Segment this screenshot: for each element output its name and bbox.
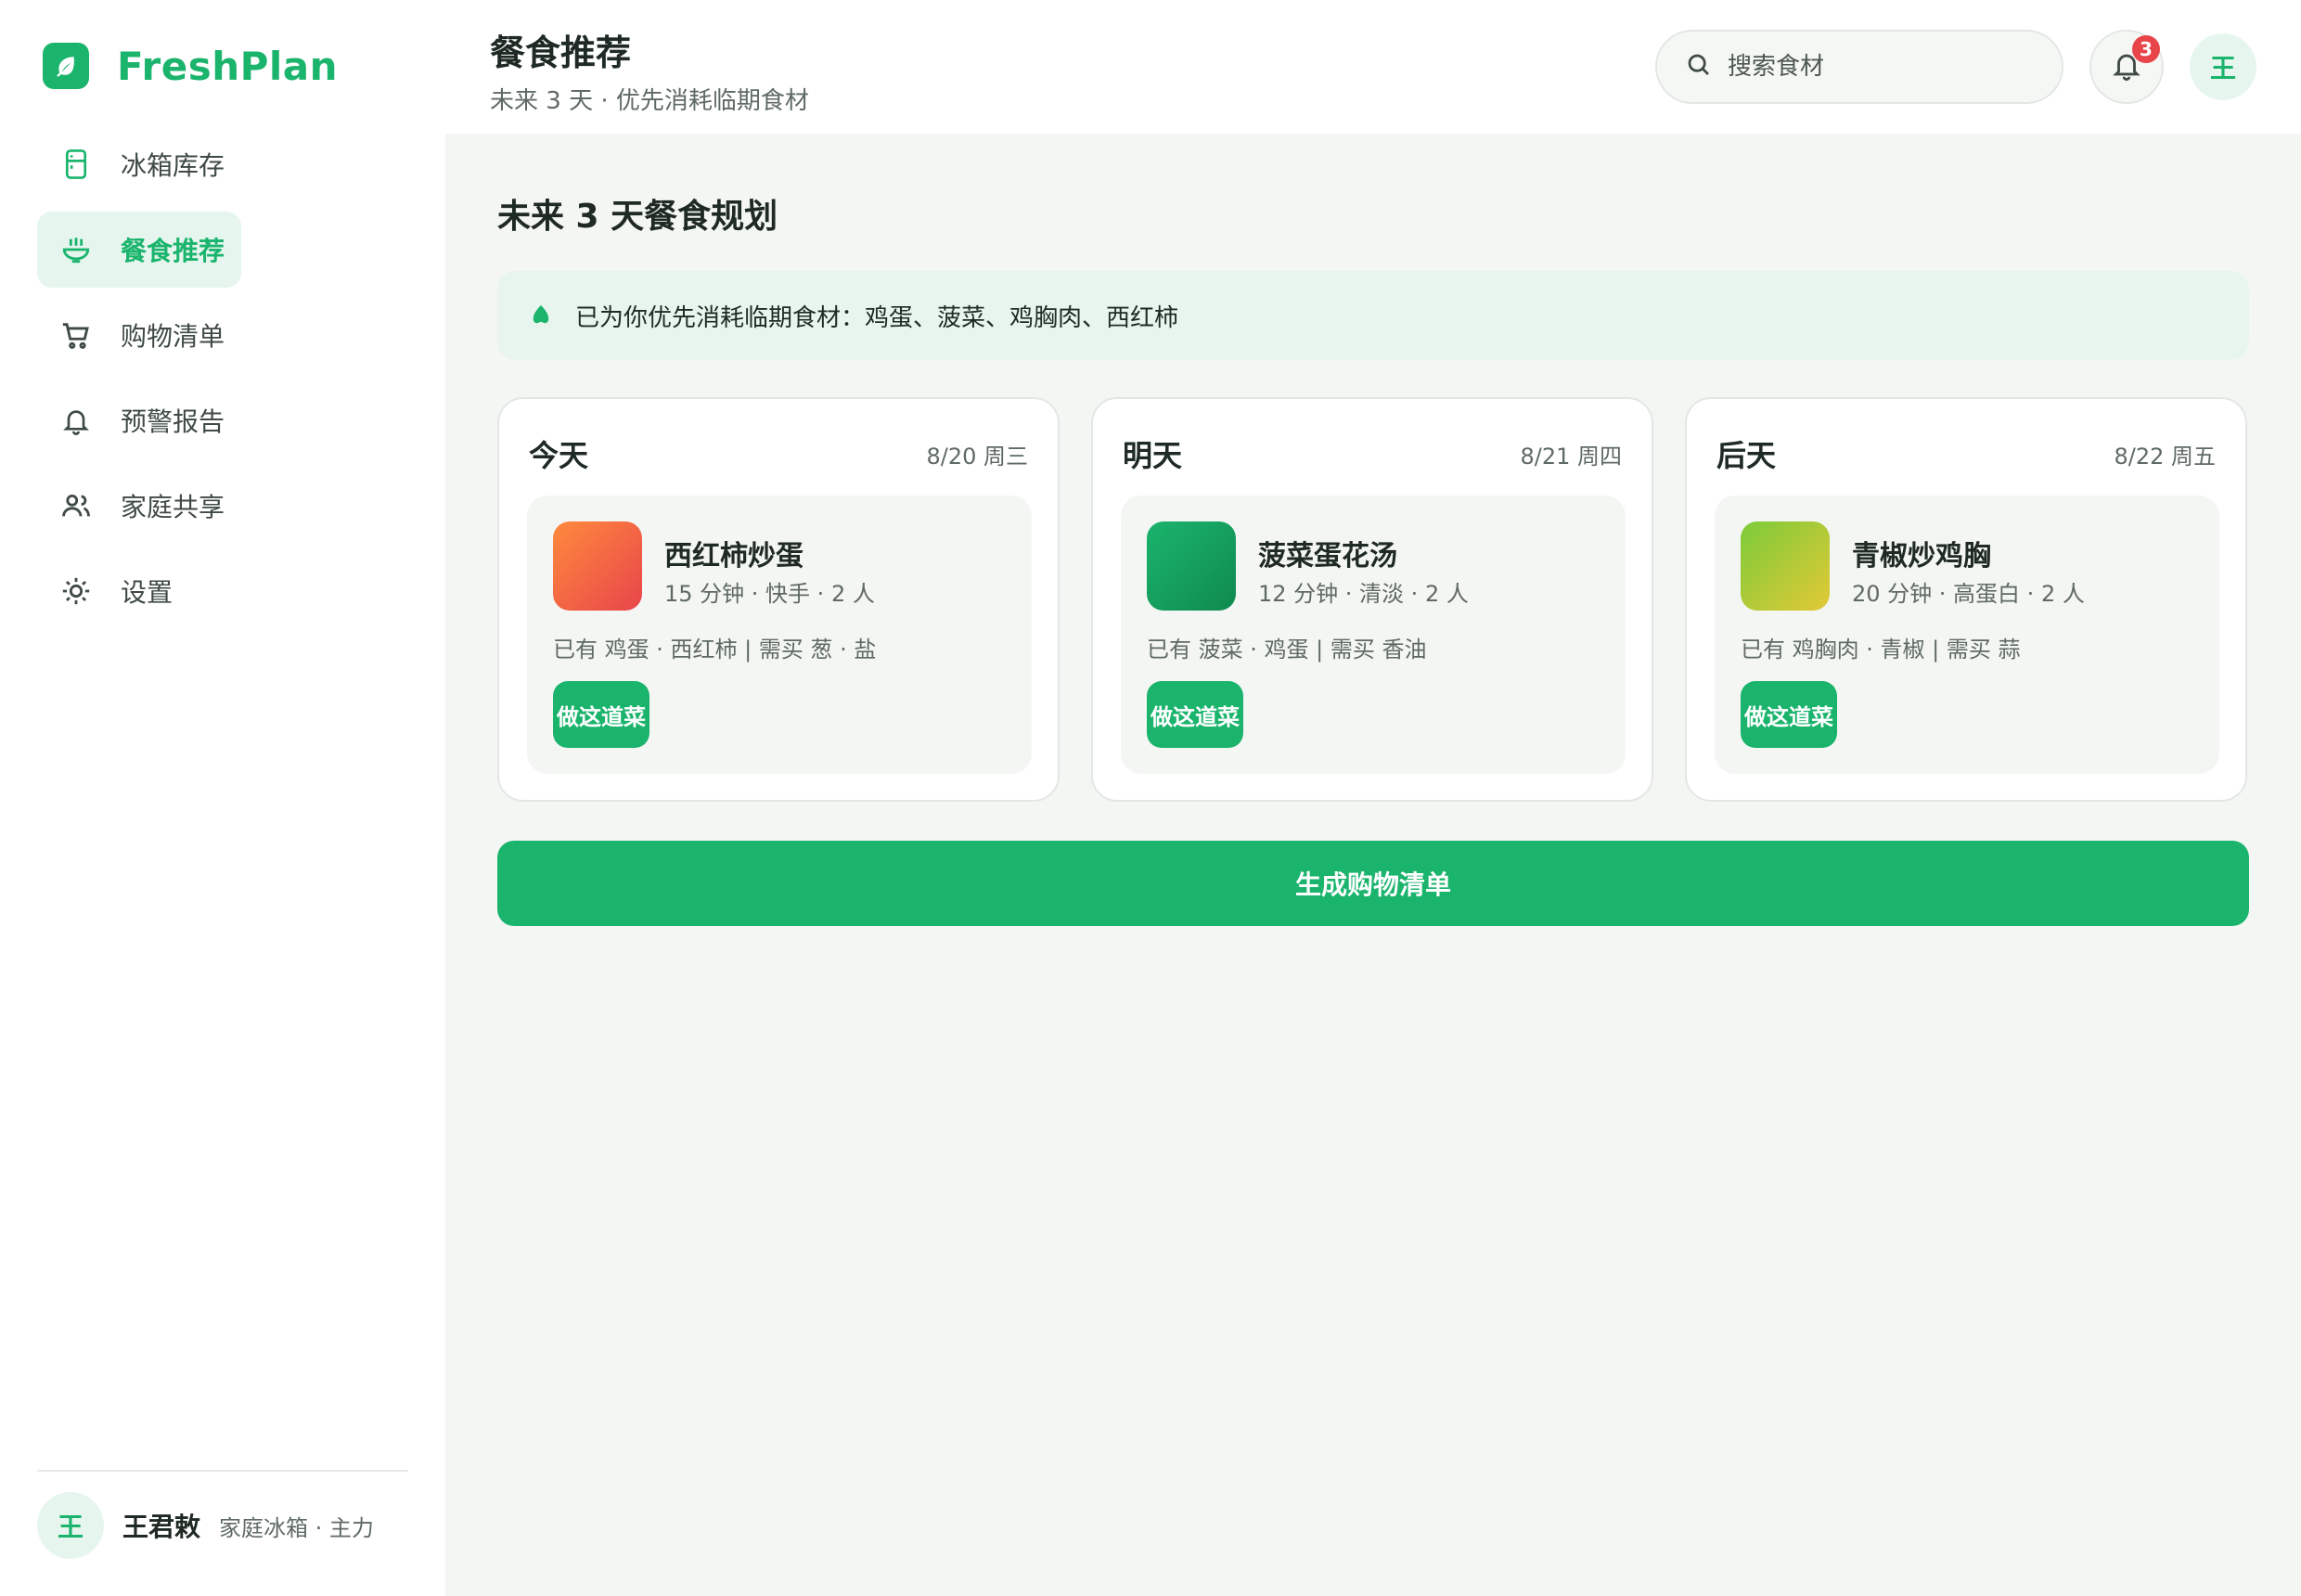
leaf-icon bbox=[43, 43, 89, 89]
meal-card[interactable]: 菠菜蛋花汤 12 分钟 · 清淡 · 2 人 已有 菠菜 · 鸡蛋 | 需买 香… bbox=[1121, 496, 1626, 774]
main-content: 未来 3 天餐食规划 已为你优先消耗临期食材：鸡蛋、菠菜、鸡胸肉、西红柿 今天 … bbox=[445, 134, 2301, 1596]
sidebar-item-fridge[interactable]: 冰箱库存 bbox=[37, 126, 239, 202]
meal-name: 西红柿炒蛋 bbox=[664, 540, 803, 573]
sidebar: FreshPlan 冰箱库存 餐食推荐 购物清单 预警报告 家庭共享 设置 王 … bbox=[0, 0, 445, 1596]
day-date: 8/22 周五 bbox=[2114, 444, 2216, 470]
search-box[interactable] bbox=[1655, 30, 2063, 104]
meal-name: 青椒炒鸡胸 bbox=[1852, 540, 1991, 573]
section-title: 未来 3 天餐食规划 bbox=[497, 198, 778, 236]
brand[interactable]: FreshPlan bbox=[43, 43, 338, 89]
avatar[interactable]: 王 bbox=[2190, 33, 2256, 100]
sidebar-item-family-share[interactable]: 家庭共享 bbox=[37, 468, 239, 544]
meal-ingredients: 已有 鸡蛋 · 西红柿 | 需买 葱 · 盐 bbox=[553, 637, 877, 663]
notice-text: 已为你优先消耗临期食材：鸡蛋、菠菜、鸡胸肉、西红柿 bbox=[575, 303, 1179, 332]
day-name: 后天 bbox=[1716, 438, 1777, 473]
cook-button[interactable]: 做这道菜 bbox=[1147, 681, 1243, 748]
top-header: 餐食推荐 未来 3 天 · 优先消耗临期食材 3 王 bbox=[445, 0, 2301, 134]
meal-card[interactable]: 青椒炒鸡胸 20 分钟 · 高蛋白 · 2 人 已有 鸡胸肉 · 青椒 | 需买… bbox=[1715, 496, 2219, 774]
users-icon bbox=[59, 489, 93, 522]
notification-badge: 3 bbox=[2132, 35, 2160, 63]
bell-icon bbox=[59, 404, 93, 437]
sidebar-item-settings[interactable]: 设置 bbox=[37, 553, 239, 629]
day-card-day-after: 后天 8/22 周五 青椒炒鸡胸 20 分钟 · 高蛋白 · 2 人 已有 鸡胸… bbox=[1685, 397, 2247, 802]
sidebar-item-meal-recommend[interactable]: 餐食推荐 bbox=[37, 212, 241, 288]
bowl-icon bbox=[59, 233, 93, 266]
day-card-today: 今天 8/20 周三 西红柿炒蛋 15 分钟 · 快手 · 2 人 已有 鸡蛋 … bbox=[497, 397, 1060, 802]
meal-meta: 20 分钟 · 高蛋白 · 2 人 bbox=[1852, 581, 2085, 607]
sidebar-nav: 冰箱库存 餐食推荐 购物清单 预警报告 家庭共享 设置 bbox=[37, 126, 408, 638]
settings-icon bbox=[59, 574, 93, 608]
meal-ingredients: 已有 菠菜 · 鸡蛋 | 需买 香油 bbox=[1147, 637, 1427, 663]
meal-thumbnail bbox=[1147, 521, 1236, 611]
sidebar-item-label: 预警报告 bbox=[121, 406, 225, 437]
user-role: 家庭冰箱 · 主力 bbox=[219, 1514, 374, 1541]
day-card-tomorrow: 明天 8/21 周四 菠菜蛋花汤 12 分钟 · 清淡 · 2 人 已有 菠菜 … bbox=[1091, 397, 1653, 802]
meal-name: 菠菜蛋花汤 bbox=[1258, 540, 1397, 573]
search-input[interactable] bbox=[1728, 53, 2043, 81]
search-icon bbox=[1685, 51, 1713, 83]
meal-card[interactable]: 西红柿炒蛋 15 分钟 · 快手 · 2 人 已有 鸡蛋 · 西红柿 | 需买 … bbox=[527, 496, 1032, 774]
sidebar-item-shopping-list[interactable]: 购物清单 bbox=[37, 297, 239, 373]
cook-button[interactable]: 做这道菜 bbox=[1741, 681, 1837, 748]
user-profile[interactable]: 王 王君敕 家庭冰箱 · 主力 bbox=[37, 1470, 408, 1559]
day-date: 8/20 周三 bbox=[926, 444, 1028, 470]
cook-button[interactable]: 做这道菜 bbox=[553, 681, 649, 748]
fridge-icon bbox=[59, 148, 93, 181]
sidebar-item-label: 设置 bbox=[121, 577, 174, 608]
sidebar-item-label: 餐食推荐 bbox=[121, 236, 225, 266]
notice-banner: 已为你优先消耗临期食材：鸡蛋、菠菜、鸡胸肉、西红柿 bbox=[497, 271, 2249, 360]
sidebar-item-label: 购物清单 bbox=[121, 321, 225, 352]
day-name: 今天 bbox=[529, 438, 589, 473]
sidebar-item-alert-report[interactable]: 预警报告 bbox=[37, 382, 239, 458]
generate-shopping-list-button[interactable]: 生成购物清单 bbox=[497, 841, 2249, 926]
day-date: 8/21 周四 bbox=[1520, 444, 1622, 470]
meal-meta: 15 分钟 · 快手 · 2 人 bbox=[664, 581, 875, 607]
page-title: 餐食推荐 bbox=[490, 32, 632, 73]
sidebar-item-label: 冰箱库存 bbox=[121, 150, 225, 181]
meal-meta: 12 分钟 · 清淡 · 2 人 bbox=[1258, 581, 1469, 607]
brand-name: FreshPlan bbox=[117, 43, 339, 89]
meal-thumbnail bbox=[1741, 521, 1830, 611]
avatar: 王 bbox=[37, 1492, 104, 1559]
user-name: 王君敕 bbox=[122, 1512, 201, 1542]
leaf-icon bbox=[531, 303, 551, 328]
day-name: 明天 bbox=[1123, 438, 1183, 473]
cart-icon bbox=[59, 318, 93, 352]
sidebar-item-label: 家庭共享 bbox=[121, 492, 225, 522]
page-subtitle: 未来 3 天 · 优先消耗临期食材 bbox=[490, 87, 809, 115]
meal-thumbnail bbox=[553, 521, 642, 611]
meal-ingredients: 已有 鸡胸肉 · 青椒 | 需买 蒜 bbox=[1741, 637, 2021, 663]
notification-button[interactable]: 3 bbox=[2089, 30, 2164, 104]
